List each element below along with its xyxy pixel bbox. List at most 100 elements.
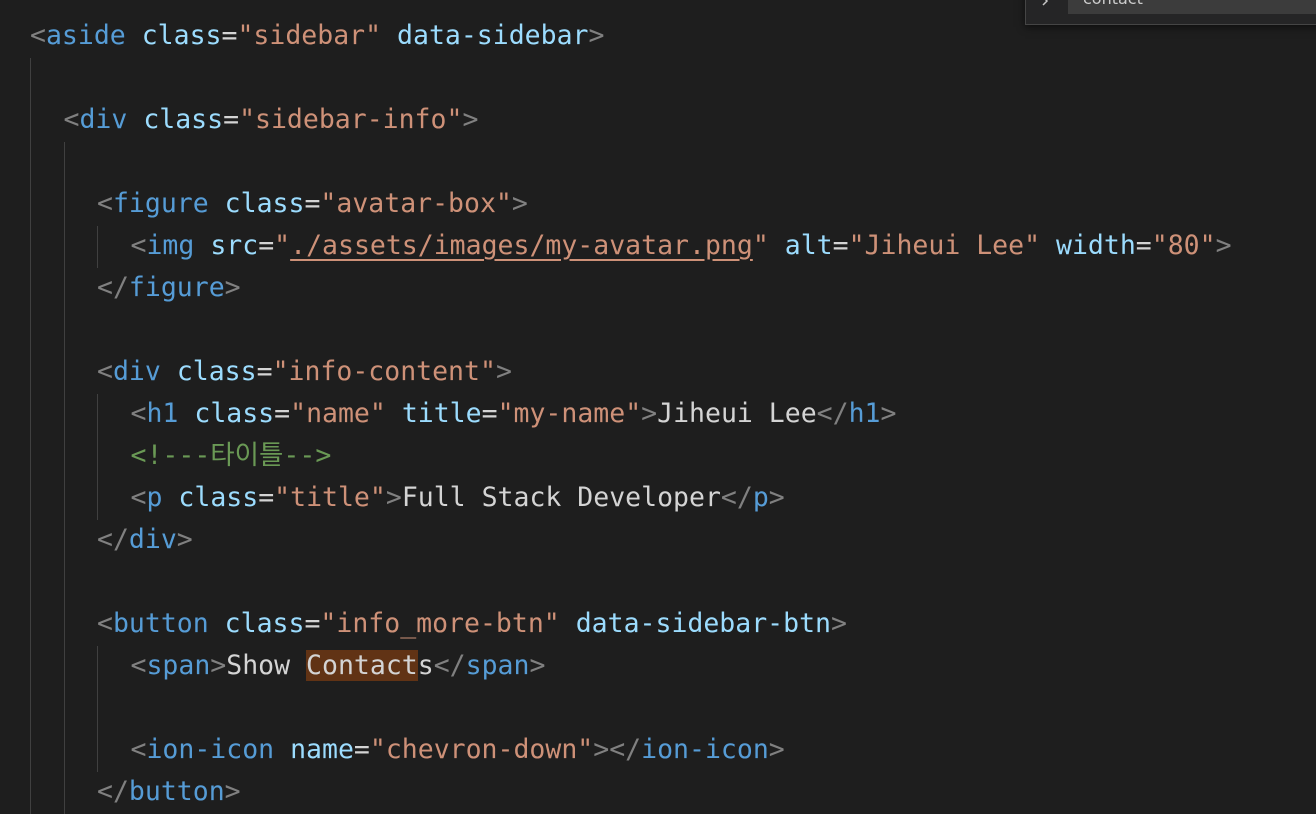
code-token: = (274, 398, 291, 429)
code-token: </ (97, 524, 129, 555)
code-line[interactable]: <ion-icon name="chevron-down"></ion-icon… (131, 729, 785, 771)
code-token: < (130, 734, 147, 765)
code-token: = (221, 20, 238, 51)
code-line[interactable]: </figure> (97, 267, 241, 309)
code-token: = (223, 104, 240, 135)
code-token: = (481, 398, 498, 429)
code-token: " (274, 230, 291, 261)
code-token: > (385, 482, 402, 513)
code-token: data-sidebar-btn (575, 608, 831, 639)
code-line[interactable]: </div> (97, 519, 193, 561)
code-line[interactable]: <img src="./assets/images/my-avatar.png"… (131, 225, 1232, 267)
code-line[interactable]: <div class="sidebar-info"> (64, 99, 479, 141)
code-token: < (97, 356, 113, 387)
code-token: = (304, 188, 321, 219)
code-line[interactable]: <h1 class="name" title="my-name">Jiheui … (131, 393, 897, 435)
code-token: > (462, 104, 479, 135)
code-token: = (832, 230, 849, 261)
code-token: > (588, 20, 605, 51)
code-line[interactable]: <button class="info_more-btn" data-sideb… (97, 603, 847, 645)
code-token: > (176, 524, 193, 555)
code-token: < (130, 230, 147, 261)
code-line[interactable]: <div class="info-content"> (97, 351, 512, 393)
code-token: class (178, 482, 259, 513)
code-token: " (752, 230, 769, 261)
code-token: "name" (290, 398, 386, 429)
code-token: Jiheui Lee (657, 398, 817, 429)
indent-guide (30, 58, 31, 814)
code-line[interactable]: <aside class="sidebar" data-sidebar> (30, 15, 604, 57)
code-line[interactable]: <figure class="avatar-box"> (97, 183, 528, 225)
code-token: div (79, 104, 128, 135)
code-token: > (224, 272, 241, 303)
code-token: img (146, 230, 195, 261)
code-token: < (130, 398, 147, 429)
code-token: Show (226, 650, 307, 681)
code-token: <!---타이틀--> (130, 440, 332, 471)
code-token: > (768, 482, 785, 513)
code-token: src (210, 230, 259, 261)
code-token: </ (816, 398, 849, 429)
code-line[interactable]: <span>Show Contacts</span> (130, 645, 545, 687)
code-token: ./assets/images/my-avatar.png (290, 230, 753, 261)
code-token: </ (97, 272, 129, 303)
chevron-right-icon[interactable] (1038, 0, 1058, 14)
code-token: = (258, 230, 275, 261)
code-token: > (495, 356, 512, 387)
code-token: figure (128, 272, 225, 303)
code-token: class (176, 356, 257, 387)
code-token: < (97, 188, 113, 219)
code-token: div (128, 524, 177, 555)
code-token: span (465, 650, 530, 681)
code-token: h1 (848, 398, 881, 429)
code-token: < (130, 650, 147, 681)
code-token: class (194, 398, 275, 429)
code-token: = (258, 482, 275, 513)
code-token: class (224, 608, 305, 639)
indent-guide (97, 394, 98, 520)
code-token: ion-icon (146, 734, 275, 765)
code-token: </ (433, 650, 466, 681)
code-token: < (130, 482, 147, 513)
find-widget: contact (1025, 0, 1316, 25)
code-token: "sidebar-info" (239, 104, 463, 135)
code-editor[interactable]: <aside class="sidebar" data-sidebar> <div… (0, 0, 1316, 814)
code-token: p (752, 482, 769, 513)
code-token: < (97, 608, 113, 639)
code-token: > (880, 398, 897, 429)
code-token: width (1056, 230, 1136, 261)
code-token: span (146, 650, 211, 681)
code-token: < (30, 20, 46, 51)
code-line[interactable]: <p class="title">Full Stack Developer</p… (131, 477, 785, 519)
code-token: class (141, 20, 222, 51)
code-token: > (768, 734, 785, 765)
code-token: title (401, 398, 482, 429)
find-input[interactable]: contact (1068, 0, 1316, 14)
code-token: alt (784, 230, 833, 261)
code-token: data-sidebar (397, 20, 589, 51)
code-token: div (112, 356, 161, 387)
code-token: button (112, 608, 209, 639)
indent-guide (97, 226, 98, 268)
code-token: = (1135, 230, 1152, 261)
code-line[interactable]: <!---타이틀--> (131, 435, 332, 477)
code-token: > (831, 608, 847, 639)
code-token: "chevron-down" (369, 734, 594, 765)
code-token: = (353, 734, 370, 765)
code-token: > (1215, 230, 1232, 261)
code-line[interactable]: </button> (97, 771, 241, 813)
code-token: </ (720, 482, 753, 513)
code-token: figure (112, 188, 209, 219)
code-token: aside (45, 20, 126, 51)
code-token: "title" (274, 482, 386, 513)
code-token: </ (609, 734, 642, 765)
code-token: > (593, 734, 610, 765)
code-token: s (417, 650, 434, 681)
